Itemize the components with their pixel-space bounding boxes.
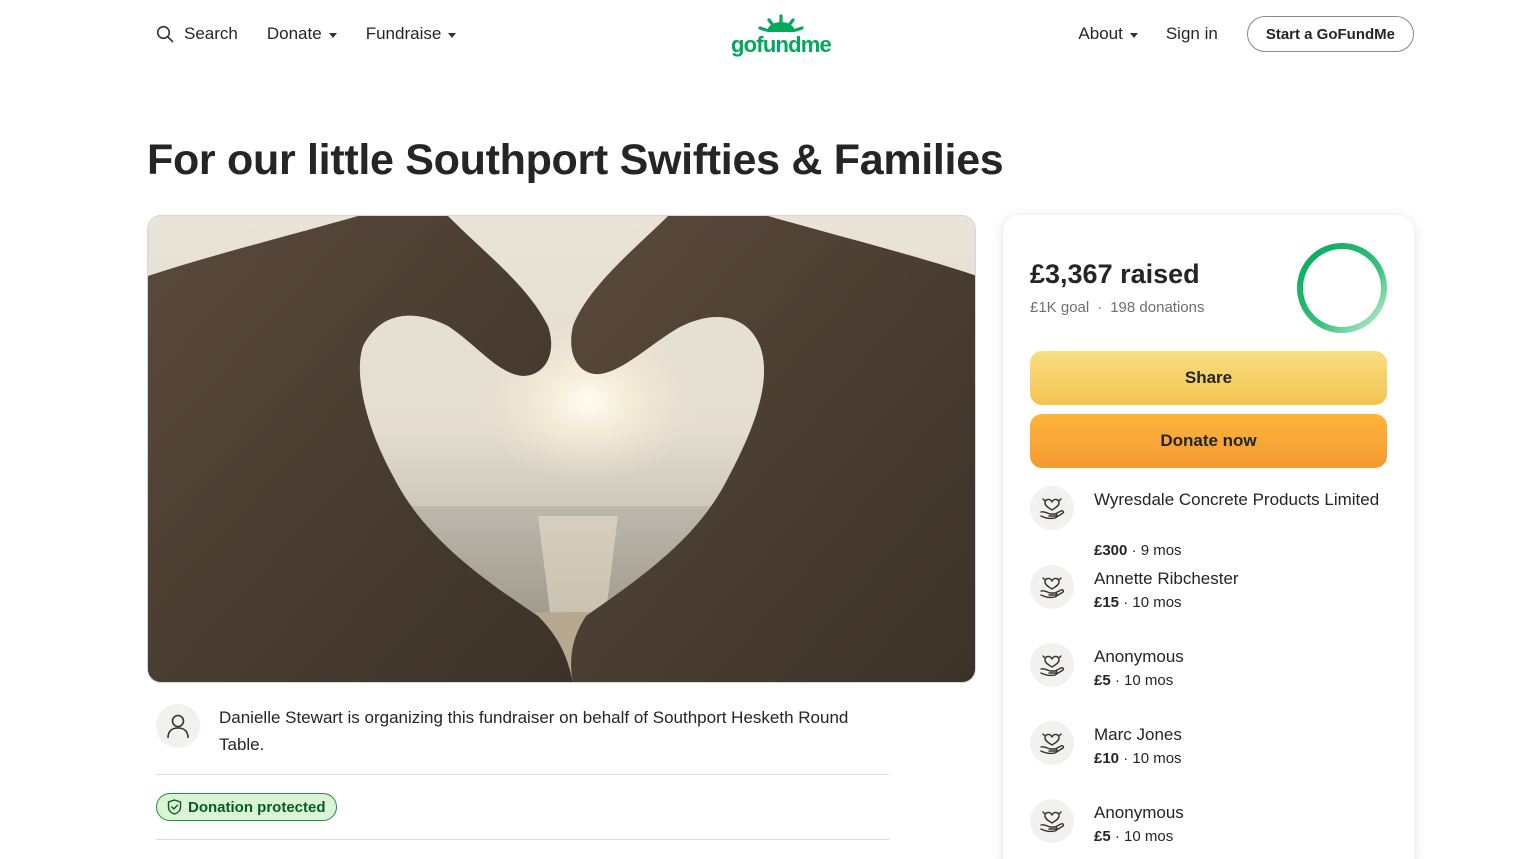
donor-meta: £10 · 10 mos <box>1094 750 1182 767</box>
donor-time: · 10 mos <box>1114 828 1174 845</box>
goal-amount: £1K goal <box>1030 299 1090 316</box>
donor-amount: £10 <box>1094 750 1120 767</box>
donation-count: 198 donations <box>1110 299 1205 316</box>
search-icon <box>156 25 174 43</box>
sign-in-link[interactable]: Sign in <box>1166 24 1218 44</box>
donation-protected-label: Donation protected <box>188 798 326 816</box>
donate-now-label: Donate now <box>1160 431 1257 450</box>
divider <box>156 839 889 840</box>
donor-time: · 10 mos <box>1123 750 1182 767</box>
donation-card: £3,367 raised £1K goal · 198 donations S… <box>1003 215 1414 859</box>
donate-menu[interactable]: Donate <box>267 24 337 44</box>
donor-meta: £5 · 10 mos <box>1094 672 1173 689</box>
donor-amount: £5 <box>1094 672 1111 689</box>
progress-ring-fill <box>1297 243 1387 333</box>
donate-menu-label: Donate <box>266 24 322 43</box>
donation-heart-icon <box>1030 565 1074 609</box>
donor-name: Annette Ribchester <box>1094 569 1239 588</box>
start-gofundme-button[interactable]: Start a GoFundMe <box>1246 16 1414 52</box>
stats-separator: · <box>1097 299 1103 316</box>
logo-text: gofundme <box>731 32 831 57</box>
donor-time: · 10 mos <box>1114 672 1174 689</box>
page-title: For our little Southport Swifties & Fami… <box>147 136 1004 184</box>
donor-name: Marc Jones <box>1094 725 1182 744</box>
nav-left: Search Donate Fundraise <box>156 18 457 50</box>
fundraise-menu[interactable]: Fundraise <box>366 24 457 44</box>
donor-amount: £5 <box>1094 828 1111 845</box>
search-link[interactable]: Search <box>156 24 238 44</box>
amount-raised: £3,367 raised <box>1030 259 1200 289</box>
organizer-row: Danielle Stewart is organizing this fund… <box>156 704 889 758</box>
sign-in-label: Sign in <box>1165 24 1218 43</box>
nav-right: About Sign in Start a GoFundMe <box>1078 16 1414 52</box>
chevron-down-icon <box>1129 32 1138 38</box>
progress-ring <box>1297 243 1387 333</box>
donation-heart-icon <box>1030 486 1074 530</box>
donation-protected-badge[interactable]: Donation protected <box>156 793 337 821</box>
about-menu[interactable]: About <box>1078 24 1138 44</box>
site-header: Search Donate Fundraise gofundme About S… <box>0 0 1524 68</box>
about-menu-label: About <box>1078 24 1123 43</box>
donor-time: · 9 mos <box>1131 542 1182 559</box>
user-icon <box>167 714 189 739</box>
share-label: Share <box>1184 368 1233 387</box>
donor-meta: £5 · 10 mos <box>1094 828 1173 845</box>
start-gofundme-label: Start a GoFundMe <box>1265 25 1395 43</box>
donation-heart-icon <box>1030 643 1074 687</box>
organizer-text: Danielle Stewart is organizing this fund… <box>219 708 849 754</box>
chevron-down-icon <box>448 32 457 38</box>
gofundme-logo[interactable]: gofundme <box>720 12 842 58</box>
fundraise-menu-label: Fundraise <box>365 24 442 43</box>
shield-icon <box>167 799 182 815</box>
heart-hands-photo <box>148 216 975 682</box>
donor-time: · 10 mos <box>1123 594 1182 611</box>
donate-now-button[interactable]: Donate now <box>1030 414 1387 468</box>
donation-heart-icon <box>1030 799 1074 843</box>
donor-meta: £15 · 10 mos <box>1094 594 1182 611</box>
campaign-hero-image[interactable] <box>147 215 976 683</box>
search-label: Search <box>184 24 238 43</box>
donor-meta: £300 · 9 mos <box>1094 542 1182 559</box>
goal-stats: £1K goal · 198 donations <box>1030 299 1204 316</box>
divider <box>156 774 889 775</box>
donor-name: Anonymous <box>1094 647 1184 666</box>
donor-amount: £300 <box>1094 542 1128 559</box>
avatar <box>156 704 200 748</box>
donor-name: Anonymous <box>1094 803 1184 822</box>
donor-amount: £15 <box>1094 594 1120 611</box>
donation-heart-icon <box>1030 721 1074 765</box>
share-button[interactable]: Share <box>1030 351 1387 405</box>
chevron-down-icon <box>328 32 337 38</box>
donor-name: Wyresdale Concrete Products Limited <box>1094 490 1380 509</box>
